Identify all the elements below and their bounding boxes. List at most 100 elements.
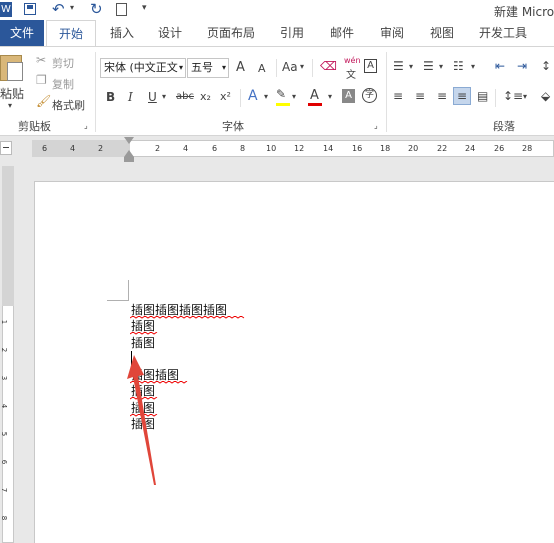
chevron-down-icon[interactable]: ▾ xyxy=(292,92,296,101)
chevron-down-icon[interactable]: ▾ xyxy=(300,62,304,71)
tab-review[interactable]: 审阅 xyxy=(374,20,410,46)
paste-icon[interactable] xyxy=(0,55,23,81)
chevron-down-icon[interactable]: ▾ xyxy=(264,92,268,101)
tab-home[interactable]: 开始 xyxy=(46,20,96,47)
chevron-down-icon: ▾ xyxy=(221,63,226,72)
tab-page-layout[interactable]: 页面布局 xyxy=(202,20,260,46)
justify-icon[interactable]: ≡ xyxy=(453,87,471,105)
ruler-tick: 18 xyxy=(380,144,391,153)
tab-insert[interactable]: 插入 xyxy=(104,20,140,46)
shrink-font-button[interactable]: A xyxy=(258,62,266,75)
clipboard-group: 粘贴 ▾ ✂ 剪切 ❐ 复制 🖌 格式刷 剪贴板 ⌟ xyxy=(0,47,92,135)
spelling-underline xyxy=(130,316,245,319)
chevron-down-icon[interactable]: ▾ xyxy=(409,62,413,71)
ruler-tick: 5 xyxy=(0,431,9,437)
strikethrough-button[interactable]: abc xyxy=(176,91,194,102)
save-icon[interactable] xyxy=(24,3,36,15)
font-color-button[interactable]: A xyxy=(310,88,319,103)
underline-button[interactable]: U xyxy=(148,90,157,104)
format-painter-button[interactable]: 格式刷 xyxy=(52,97,85,113)
font-size-select[interactable]: 五号 ▾ xyxy=(187,58,229,78)
ruler-tick: 14 xyxy=(323,144,334,153)
ruler-tick: 10 xyxy=(266,144,277,153)
hanging-indent-marker[interactable] xyxy=(124,150,134,157)
tab-design[interactable]: 设计 xyxy=(152,20,188,46)
grow-font-button[interactable]: A xyxy=(236,60,245,75)
tab-view[interactable]: 视图 xyxy=(424,20,460,46)
left-indent-marker[interactable] xyxy=(124,157,134,162)
ruler-tick: 28 xyxy=(522,144,533,153)
clipboard-group-label: 剪贴板 xyxy=(18,120,51,133)
shading-icon[interactable]: ⬙ xyxy=(541,89,550,103)
paragraph-group: ☰ ▾ ☰ ▾ ☷ ▾ ⇤ ⇥ ↕ ≡ ≡ ≡ ≡ ▤ ↕≡ ▾ ⬙ 段落 xyxy=(387,47,554,135)
font-name-select[interactable]: 宋体 (中文正文 ▾ xyxy=(100,58,186,78)
paste-dropdown-icon[interactable]: ▾ xyxy=(8,101,12,110)
tab-developer[interactable]: 开发工具 xyxy=(474,20,532,46)
undo-dropdown-icon[interactable]: ▾ xyxy=(70,3,74,12)
chevron-down-icon[interactable]: ▾ xyxy=(162,92,166,101)
align-center-icon[interactable]: ≡ xyxy=(415,89,425,103)
multilevel-list-icon[interactable]: ☷ xyxy=(453,59,464,73)
subscript-button[interactable]: x₂ xyxy=(200,90,211,103)
superscript-button[interactable]: x² xyxy=(220,90,231,103)
align-right-icon[interactable]: ≡ xyxy=(437,89,447,103)
text-effects-button[interactable]: A xyxy=(248,88,258,104)
font-color-bar xyxy=(308,103,322,106)
tab-file[interactable]: 文件 xyxy=(0,20,44,46)
cut-button[interactable]: 剪切 xyxy=(52,55,74,71)
word-icon[interactable]: W xyxy=(0,2,12,17)
chevron-down-icon[interactable]: ▾ xyxy=(523,92,527,101)
character-shading-button[interactable]: A xyxy=(342,89,355,103)
enclose-characters-button[interactable]: 字 xyxy=(362,88,377,103)
ruler-tick: 22 xyxy=(437,144,448,153)
copy-button[interactable]: 复制 xyxy=(52,76,74,92)
chevron-down-icon[interactable]: ▾ xyxy=(439,62,443,71)
align-left-icon[interactable]: ≡ xyxy=(393,89,403,103)
chevron-down-icon[interactable]: ▾ xyxy=(328,92,332,101)
highlight-color-icon[interactable]: ✎ xyxy=(276,87,286,101)
format-painter-icon[interactable]: 🖌 xyxy=(36,94,51,108)
copy-icon[interactable]: ❐ xyxy=(36,73,47,87)
clear-formatting-icon[interactable]: ⌫ xyxy=(320,59,337,73)
undo-icon[interactable]: ↶ xyxy=(52,0,65,18)
ruler-tick: 2 xyxy=(0,347,9,353)
cut-icon[interactable]: ✂ xyxy=(36,53,46,67)
decrease-indent-icon[interactable]: ⇤ xyxy=(495,59,505,73)
print-preview-icon[interactable] xyxy=(116,3,127,16)
bold-button[interactable]: B xyxy=(106,90,115,104)
document-page[interactable] xyxy=(34,181,554,543)
ruler-tick: 1 xyxy=(0,319,9,325)
phonetic-guide-top[interactable]: wén xyxy=(344,56,361,65)
tab-references[interactable]: 引用 xyxy=(274,20,310,46)
tab-selector[interactable] xyxy=(0,141,12,155)
ruler-tick: 4 xyxy=(0,403,9,409)
phonetic-guide-icon[interactable]: 文 xyxy=(346,66,356,81)
distributed-icon[interactable]: ▤ xyxy=(477,89,488,103)
document-title: 新建 Micro xyxy=(494,5,554,19)
divider xyxy=(240,89,241,107)
qat-customize-icon[interactable]: ▾ xyxy=(142,3,147,13)
clipboard-launcher-icon[interactable]: ⌟ xyxy=(84,121,88,130)
paste-button[interactable]: 粘贴 xyxy=(0,85,24,102)
change-case-button[interactable]: Aa xyxy=(282,60,298,74)
chevron-down-icon[interactable]: ▾ xyxy=(471,62,475,71)
ruler-tick: 7 xyxy=(0,487,9,493)
sort-icon[interactable]: ↕ xyxy=(541,59,551,73)
ruler-tick: 12 xyxy=(294,144,305,153)
tab-mailings[interactable]: 邮件 xyxy=(324,20,360,46)
line-spacing-icon[interactable]: ↕≡ xyxy=(503,89,523,103)
ruler-tick: 3 xyxy=(0,375,9,381)
ruler-tick: 26 xyxy=(494,144,505,153)
numbering-icon[interactable]: ☰ xyxy=(423,59,434,73)
italic-button[interactable]: I xyxy=(128,90,133,104)
font-launcher-icon[interactable]: ⌟ xyxy=(374,121,378,130)
redo-icon[interactable]: ↻ xyxy=(90,0,103,18)
bullets-icon[interactable]: ☰ xyxy=(393,59,404,73)
ruler-tick: 8 xyxy=(240,144,246,153)
first-line-indent-marker[interactable] xyxy=(124,137,134,144)
ruler-tick: 20 xyxy=(408,144,419,153)
increase-indent-icon[interactable]: ⇥ xyxy=(517,59,527,73)
character-border-button[interactable]: A xyxy=(364,59,377,73)
document-line[interactable]: 插图 xyxy=(131,335,155,351)
ruler-tick: 4 xyxy=(70,144,76,153)
